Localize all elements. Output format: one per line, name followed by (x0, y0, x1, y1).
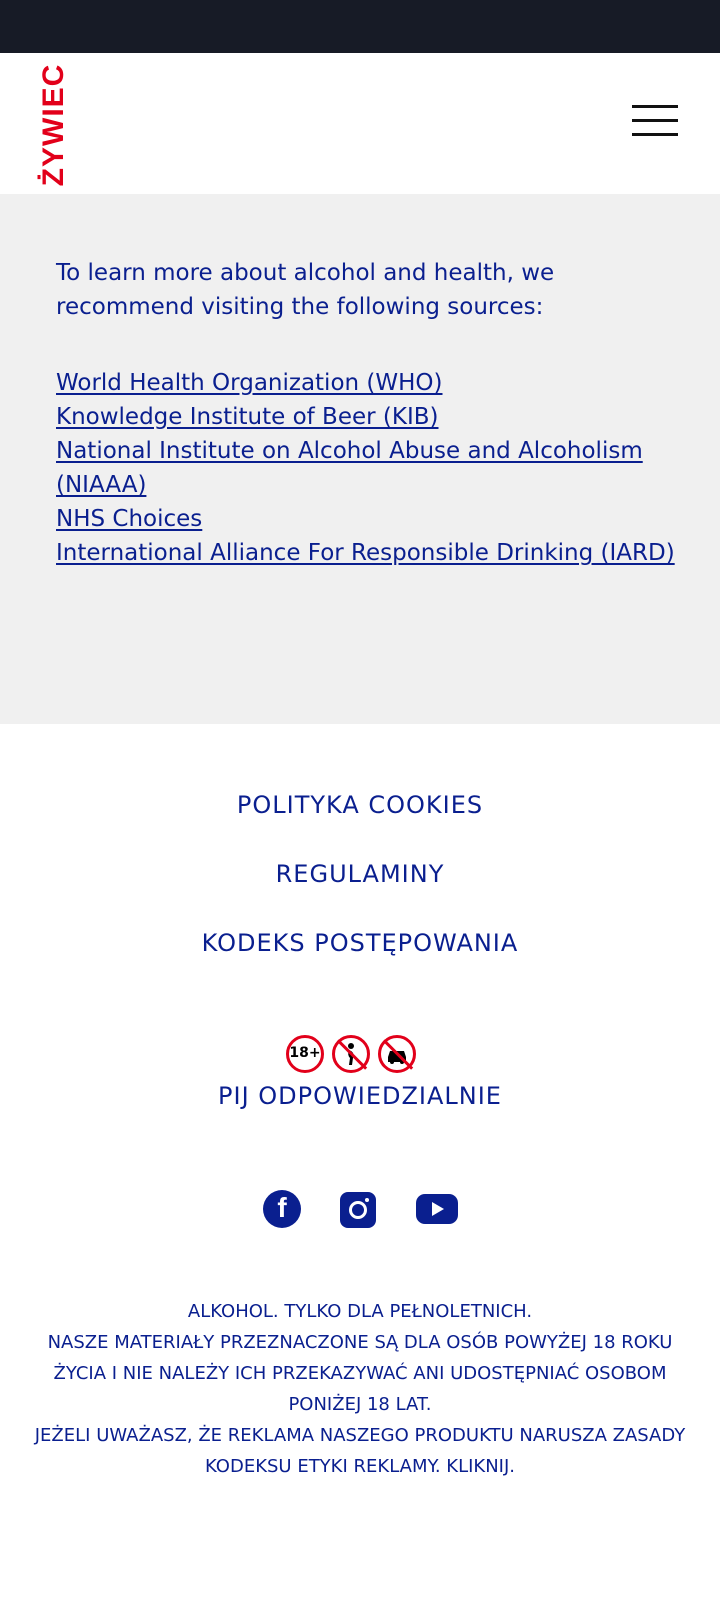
code-of-conduct-link[interactable]: KODEKS POSTĘPOWANIA (0, 926, 720, 995)
facebook-icon[interactable]: f (263, 1190, 301, 1228)
health-intro-text: To learn more about alcohol and health, … (56, 260, 555, 320)
instagram-icon[interactable] (340, 1192, 376, 1228)
health-info-section: To learn more about alcohol and health, … (0, 194, 720, 724)
legal-line-materials: NASZE MATERIAŁY PRZEZNACZONE SĄ DLA OSÓB… (47, 1332, 673, 1415)
warning-icons: 18+ (286, 1035, 424, 1079)
health-sources-list: World Health Organization (WHO) Knowledg… (56, 366, 686, 570)
source-link-who[interactable]: World Health Organization (WHO) (56, 370, 443, 396)
no-drink-driving-icon (378, 1035, 416, 1073)
source-link-iard[interactable]: International Alliance For Responsible D… (56, 540, 675, 566)
zywiec-logo[interactable]: ŻYWIEC (37, 64, 70, 187)
source-item: World Health Organization (WHO) (56, 366, 686, 400)
source-link-kib[interactable]: Knowledge Institute of Beer (KIB) (56, 404, 439, 430)
source-item: NHS Choices (56, 502, 686, 536)
status-bar (0, 0, 720, 53)
hamburger-menu-icon[interactable] (632, 105, 678, 139)
social-links: f (0, 1190, 720, 1234)
terms-link[interactable]: REGULAMINY (0, 857, 720, 926)
source-item: National Institute on Alcohol Abuse and … (56, 434, 686, 502)
site-header: ŻYWIEC (0, 53, 720, 194)
source-link-niaaa[interactable]: National Institute on Alcohol Abuse and … (56, 438, 643, 498)
legal-line-age: ALKOHOL. TYLKO DLA PEŁNOLETNICH. (187, 1301, 533, 1322)
no-under-18-icon: 18+ (286, 1035, 324, 1073)
source-link-nhs[interactable]: NHS Choices (56, 506, 202, 532)
legal-line-report[interactable]: JEŻELI UWAŻASZ, ŻE REKLAMA NASZEGO PRODU… (20, 1420, 700, 1482)
logo-text: ŻYWIEC (37, 63, 70, 187)
source-item: Knowledge Institute of Beer (KIB) (56, 400, 686, 434)
cookies-policy-link[interactable]: POLITYKA COOKIES (0, 788, 720, 857)
youtube-icon[interactable] (416, 1194, 458, 1224)
footer-links: POLITYKA COOKIES REGULAMINY KODEKS POSTĘ… (0, 788, 720, 995)
no-pregnant-icon (332, 1035, 370, 1073)
drink-responsibly-text: PIJ ODPOWIEDZIALNIE (218, 1082, 502, 1110)
legal-disclaimer: ALKOHOL. TYLKO DLA PEŁNOLETNICH. NASZE M… (20, 1296, 700, 1482)
source-item: International Alliance For Responsible D… (56, 536, 686, 570)
